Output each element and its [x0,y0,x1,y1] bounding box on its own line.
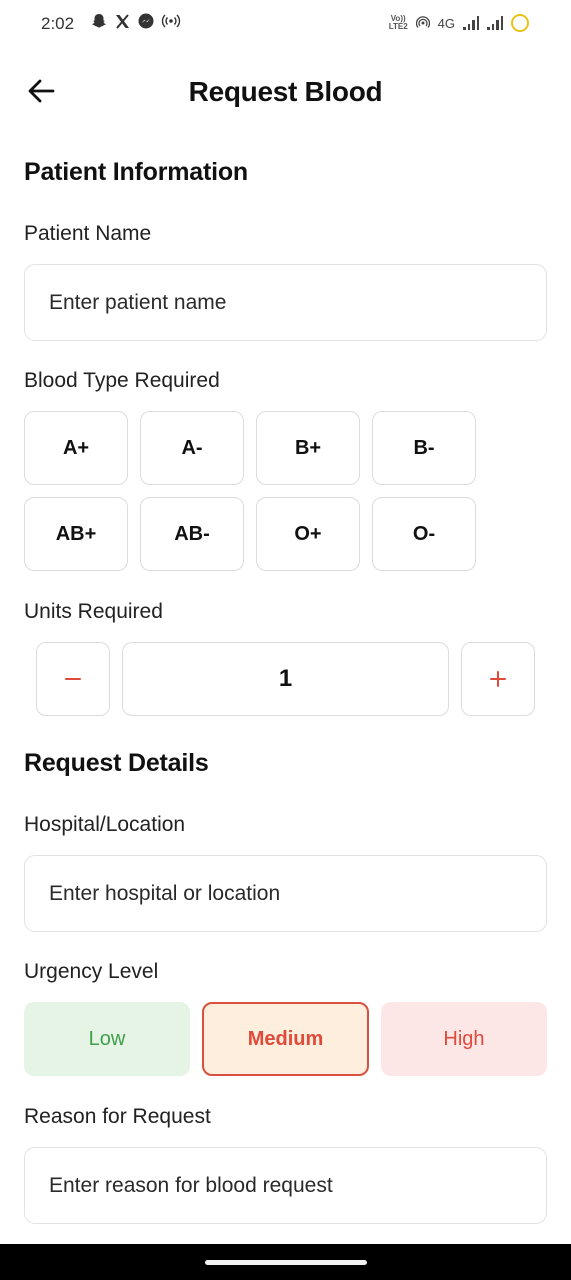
blood-type-b-neg[interactable]: B- [372,411,476,485]
blood-type-ab-pos[interactable]: AB+ [24,497,128,571]
blood-type-o-pos[interactable]: O+ [256,497,360,571]
notification-icons [90,12,181,36]
reason-input[interactable] [24,1147,547,1224]
hotspot-icon [161,12,181,36]
patient-info-heading: Patient Information [24,158,248,186]
urgency-low-button[interactable]: Low [24,1002,190,1076]
plus-icon [490,671,506,687]
urgency-label: Urgency Level [24,960,159,983]
urgency-medium-button[interactable]: Medium [202,1002,369,1076]
blood-type-label: Blood Type Required [24,369,220,392]
snapchat-icon [90,12,108,36]
units-increment-button[interactable] [461,642,535,716]
blood-type-a-neg[interactable]: A- [140,411,244,485]
units-value[interactable]: 1 [122,642,449,716]
blood-type-ab-neg[interactable]: AB- [140,497,244,571]
x-icon [114,13,131,36]
status-bar: 2:02 Vo)) LTE2 4G [0,0,571,50]
request-details-heading: Request Details [24,749,209,777]
patient-name-input[interactable] [24,264,547,341]
system-nav-bar [0,1244,571,1280]
blood-type-o-neg[interactable]: O- [372,497,476,571]
messenger-icon [137,12,155,36]
patient-name-label: Patient Name [24,222,152,245]
blood-type-b-pos[interactable]: B+ [256,411,360,485]
units-label: Units Required [24,600,163,623]
home-indicator[interactable] [205,1260,367,1265]
urgency-high-button[interactable]: High [381,1002,547,1076]
minus-icon [65,678,81,680]
app-bar: Request Blood [0,60,571,122]
units-decrement-button[interactable] [36,642,110,716]
hotspot-status-icon [415,15,430,32]
network-type: 4G [437,15,455,31]
status-time: 2:02 [41,14,75,33]
volte-icon: Vo)) LTE2 [388,14,408,31]
reason-label: Reason for Request [24,1105,211,1128]
location-input[interactable] [24,855,547,932]
signal-bars-2-icon [487,16,503,30]
page-title: Request Blood [188,76,383,107]
blood-type-a-pos[interactable]: A+ [24,411,128,485]
location-label: Hospital/Location [24,813,186,836]
signal-bars-1-icon [463,16,479,30]
system-icons: Vo)) LTE2 4G [389,14,529,32]
battery-icon [511,14,529,32]
